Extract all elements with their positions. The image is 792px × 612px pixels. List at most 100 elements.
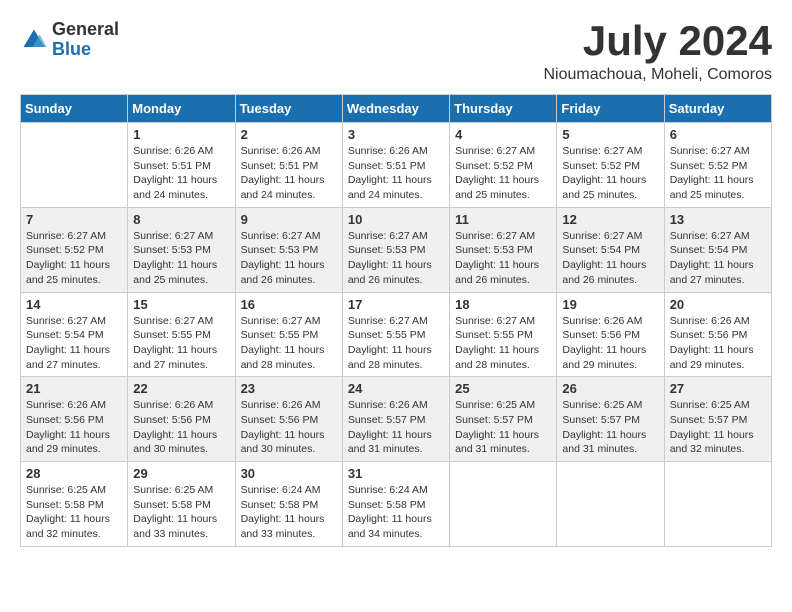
day-info: Sunrise: 6:27 AM Sunset: 5:54 PM Dayligh… xyxy=(26,314,122,373)
calendar-cell: 7Sunrise: 6:27 AM Sunset: 5:52 PM Daylig… xyxy=(21,207,128,292)
weekday-header: Saturday xyxy=(664,95,771,123)
calendar-week-row: 1Sunrise: 6:26 AM Sunset: 5:51 PM Daylig… xyxy=(21,123,772,208)
calendar-cell: 22Sunrise: 6:26 AM Sunset: 5:56 PM Dayli… xyxy=(128,377,235,462)
day-info: Sunrise: 6:25 AM Sunset: 5:57 PM Dayligh… xyxy=(455,398,551,457)
calendar-week-row: 28 Sunrise: 6:25 AM Sunset: 5:58 PM Dayli… xyxy=(21,462,772,547)
day-info: Sunrise: 6:27 AM Sunset: 5:53 PM Dayligh… xyxy=(241,229,337,288)
day-number: 23 xyxy=(241,381,337,396)
calendar-cell: 14Sunrise: 6:27 AM Sunset: 5:54 PM Dayli… xyxy=(21,292,128,377)
calendar-header-row: SundayMondayTuesdayWednesdayThursdayFrid… xyxy=(21,95,772,123)
day-info: Sunrise: 6:25 AM Sunset: 5:57 PM Dayligh… xyxy=(562,398,658,457)
day-number: 21 xyxy=(26,381,122,396)
day-number: 24 xyxy=(348,381,444,396)
calendar-cell: 10 Sunrise: 6:27 AM Sunset: 5:53 PM Dayli… xyxy=(342,207,449,292)
calendar-cell: 20 Sunrise: 6:26 AM Sunset: 5:56 PM Dayli… xyxy=(664,292,771,377)
calendar-cell: 3Sunrise: 6:26 AM Sunset: 5:51 PM Daylig… xyxy=(342,123,449,208)
day-info: Sunrise: 6:27 AM Sunset: 5:55 PM Dayligh… xyxy=(241,314,337,373)
weekday-header: Friday xyxy=(557,95,664,123)
day-info: Sunrise: 6:26 AM Sunset: 5:56 PM Dayligh… xyxy=(241,398,337,457)
day-number: 27 xyxy=(670,381,766,396)
day-number: 5 xyxy=(562,127,658,142)
day-number: 22 xyxy=(133,381,229,396)
calendar-cell: 21 Sunrise: 6:26 AM Sunset: 5:56 PM Dayli… xyxy=(21,377,128,462)
calendar-cell xyxy=(664,462,771,547)
day-info: Sunrise: 6:27 AM Sunset: 5:53 PM Dayligh… xyxy=(133,229,229,288)
calendar-cell: 29Sunrise: 6:25 AM Sunset: 5:58 PM Dayli… xyxy=(128,462,235,547)
calendar-cell: 28 Sunrise: 6:25 AM Sunset: 5:58 PM Dayli… xyxy=(21,462,128,547)
day-number: 11 xyxy=(455,212,551,227)
day-number: 10 xyxy=(348,212,444,227)
day-info: Sunrise: 6:27 AM Sunset: 5:55 PM Dayligh… xyxy=(348,314,444,373)
logo-icon xyxy=(20,26,48,54)
day-info: Sunrise: 6:27 AM Sunset: 5:54 PM Dayligh… xyxy=(670,229,766,288)
calendar-week-row: 7Sunrise: 6:27 AM Sunset: 5:52 PM Daylig… xyxy=(21,207,772,292)
calendar-cell: 30 Sunrise: 6:24 AM Sunset: 5:58 PM Dayli… xyxy=(235,462,342,547)
day-info: Sunrise: 6:27 AM Sunset: 5:52 PM Dayligh… xyxy=(455,144,551,203)
day-info: Sunrise: 6:26 AM Sunset: 5:56 PM Dayligh… xyxy=(562,314,658,373)
weekday-header: Monday xyxy=(128,95,235,123)
day-number: 8 xyxy=(133,212,229,227)
day-info: Sunrise: 6:26 AM Sunset: 5:57 PM Dayligh… xyxy=(348,398,444,457)
day-info: Sunrise: 6:25 AM Sunset: 5:58 PM Dayligh… xyxy=(26,483,122,542)
day-info: Sunrise: 6:25 AM Sunset: 5:57 PM Dayligh… xyxy=(670,398,766,457)
day-number: 26 xyxy=(562,381,658,396)
calendar-table: SundayMondayTuesdayWednesdayThursdayFrid… xyxy=(20,94,772,547)
day-number: 31 xyxy=(348,466,444,481)
calendar-cell: 12Sunrise: 6:27 AM Sunset: 5:54 PM Dayli… xyxy=(557,207,664,292)
day-number: 2 xyxy=(241,127,337,142)
weekday-header: Thursday xyxy=(450,95,557,123)
calendar-cell: 5 Sunrise: 6:27 AM Sunset: 5:52 PM Daylig… xyxy=(557,123,664,208)
calendar-week-row: 14Sunrise: 6:27 AM Sunset: 5:54 PM Dayli… xyxy=(21,292,772,377)
day-info: Sunrise: 6:27 AM Sunset: 5:52 PM Dayligh… xyxy=(670,144,766,203)
calendar-cell: 1Sunrise: 6:26 AM Sunset: 5:51 PM Daylig… xyxy=(128,123,235,208)
day-info: Sunrise: 6:27 AM Sunset: 5:52 PM Dayligh… xyxy=(562,144,658,203)
calendar-cell: 11 Sunrise: 6:27 AM Sunset: 5:53 PM Dayli… xyxy=(450,207,557,292)
calendar-cell: 26 Sunrise: 6:25 AM Sunset: 5:57 PM Dayli… xyxy=(557,377,664,462)
calendar-cell: 24 Sunrise: 6:26 AM Sunset: 5:57 PM Dayli… xyxy=(342,377,449,462)
logo-general: General xyxy=(52,20,119,40)
title-block: July 2024 Nioumachoua, Moheli, Comoros xyxy=(543,20,772,84)
day-info: Sunrise: 6:27 AM Sunset: 5:55 PM Dayligh… xyxy=(455,314,551,373)
calendar-cell xyxy=(21,123,128,208)
day-info: Sunrise: 6:24 AM Sunset: 5:58 PM Dayligh… xyxy=(241,483,337,542)
calendar-cell: 23 Sunrise: 6:26 AM Sunset: 5:56 PM Dayli… xyxy=(235,377,342,462)
calendar-cell: 16 Sunrise: 6:27 AM Sunset: 5:55 PM Dayli… xyxy=(235,292,342,377)
calendar-cell: 9 Sunrise: 6:27 AM Sunset: 5:53 PM Daylig… xyxy=(235,207,342,292)
day-number: 19 xyxy=(562,297,658,312)
logo-blue: Blue xyxy=(52,40,119,60)
day-number: 28 xyxy=(26,466,122,481)
calendar-cell: 18Sunrise: 6:27 AM Sunset: 5:55 PM Dayli… xyxy=(450,292,557,377)
page-header: General Blue July 2024 Nioumachoua, Mohe… xyxy=(20,20,772,84)
day-number: 20 xyxy=(670,297,766,312)
day-info: Sunrise: 6:26 AM Sunset: 5:56 PM Dayligh… xyxy=(26,398,122,457)
calendar-cell: 6 Sunrise: 6:27 AM Sunset: 5:52 PM Daylig… xyxy=(664,123,771,208)
calendar-cell: 17 Sunrise: 6:27 AM Sunset: 5:55 PM Dayli… xyxy=(342,292,449,377)
calendar-cell: 31Sunrise: 6:24 AM Sunset: 5:58 PM Dayli… xyxy=(342,462,449,547)
day-info: Sunrise: 6:27 AM Sunset: 5:53 PM Dayligh… xyxy=(455,229,551,288)
day-number: 30 xyxy=(241,466,337,481)
day-number: 13 xyxy=(670,212,766,227)
calendar-cell: 13 Sunrise: 6:27 AM Sunset: 5:54 PM Dayli… xyxy=(664,207,771,292)
day-info: Sunrise: 6:27 AM Sunset: 5:53 PM Dayligh… xyxy=(348,229,444,288)
calendar-cell xyxy=(557,462,664,547)
day-number: 17 xyxy=(348,297,444,312)
day-info: Sunrise: 6:26 AM Sunset: 5:51 PM Dayligh… xyxy=(348,144,444,203)
day-info: Sunrise: 6:26 AM Sunset: 5:51 PM Dayligh… xyxy=(241,144,337,203)
calendar-cell: 19 Sunrise: 6:26 AM Sunset: 5:56 PM Dayli… xyxy=(557,292,664,377)
logo-text: General Blue xyxy=(52,20,119,60)
day-info: Sunrise: 6:27 AM Sunset: 5:55 PM Dayligh… xyxy=(133,314,229,373)
logo: General Blue xyxy=(20,20,119,60)
day-number: 29 xyxy=(133,466,229,481)
weekday-header: Wednesday xyxy=(342,95,449,123)
day-number: 6 xyxy=(670,127,766,142)
weekday-header: Tuesday xyxy=(235,95,342,123)
weekday-header: Sunday xyxy=(21,95,128,123)
calendar-cell: 4 Sunrise: 6:27 AM Sunset: 5:52 PM Daylig… xyxy=(450,123,557,208)
calendar-cell: 2 Sunrise: 6:26 AM Sunset: 5:51 PM Daylig… xyxy=(235,123,342,208)
day-info: Sunrise: 6:26 AM Sunset: 5:51 PM Dayligh… xyxy=(133,144,229,203)
day-number: 16 xyxy=(241,297,337,312)
day-number: 9 xyxy=(241,212,337,227)
day-info: Sunrise: 6:26 AM Sunset: 5:56 PM Dayligh… xyxy=(670,314,766,373)
day-number: 25 xyxy=(455,381,551,396)
day-number: 4 xyxy=(455,127,551,142)
